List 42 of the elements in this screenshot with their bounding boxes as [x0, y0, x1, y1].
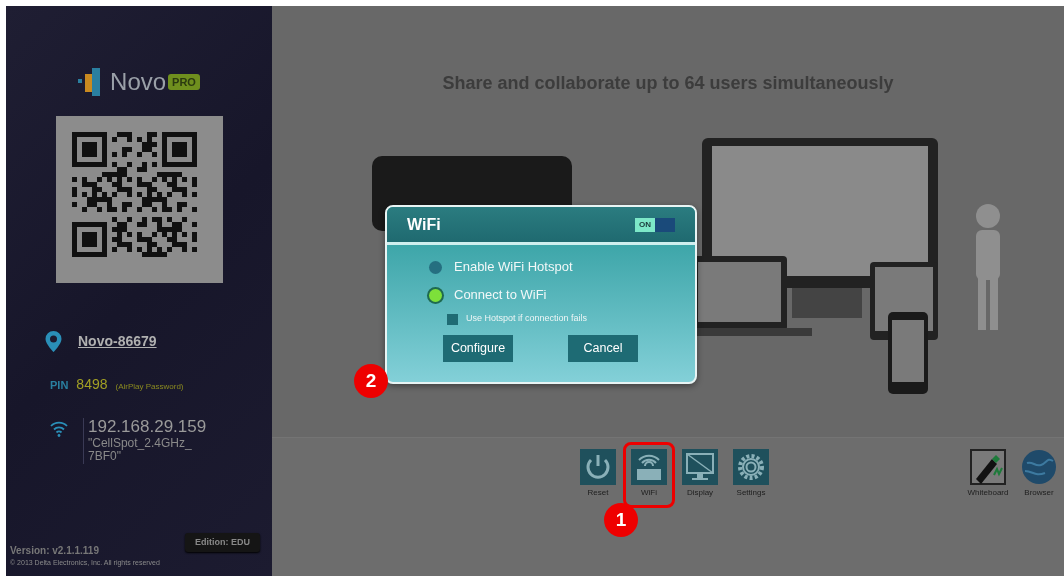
network-name: "CellSpot_2.4GHz_	[88, 436, 193, 451]
option-label[interactable]: Enable WiFi Hotspot	[454, 257, 573, 277]
checkbox[interactable]	[447, 313, 458, 325]
dock-label: Browser	[1024, 487, 1054, 499]
ip-address: 192.168.29.159	[88, 418, 207, 437]
device-name[interactable]: Novo-86679	[78, 331, 157, 352]
dock-label: Whiteboard	[967, 487, 1009, 499]
option-label[interactable]: Connect to WiFi	[454, 285, 547, 305]
pin-label: PIN	[50, 378, 69, 393]
version-text: Version: v2.1.1.119	[10, 543, 100, 558]
gear-icon	[733, 449, 769, 485]
pin-note: (AirPlay Password)	[115, 381, 184, 393]
wifi-icon	[631, 449, 667, 485]
location-pin-icon	[45, 331, 62, 352]
dock-item[interactable]: Display	[674, 442, 726, 508]
radio-icon[interactable]	[429, 288, 442, 302]
power-icon	[580, 449, 616, 485]
pin-value: 8498	[76, 375, 108, 394]
on-off-toggle[interactable]: ON	[635, 217, 675, 232]
dock-label: WiFi	[641, 487, 657, 499]
pen-board-icon	[970, 449, 1006, 485]
dock-label: Reset	[587, 487, 609, 499]
dialog-title: WiFi	[407, 214, 441, 235]
network-name: 7BF0"	[88, 450, 121, 465]
callout-badge: 2	[354, 364, 388, 398]
dock-label: Display	[686, 487, 714, 499]
logo-icon	[78, 66, 103, 98]
cancel-button[interactable]: Cancel	[568, 335, 638, 362]
brand-name: Novo	[110, 67, 167, 97]
dock-item[interactable]: Whiteboard	[962, 442, 1014, 508]
monitor-icon	[682, 449, 718, 485]
edition-button[interactable]: Edition: EDU	[185, 532, 260, 552]
globe-icon	[1021, 449, 1057, 485]
checkbox-label[interactable]: Use Hotspot if connection fails	[466, 312, 588, 326]
dock-item[interactable]: Browser	[1013, 442, 1064, 508]
configure-button[interactable]: Configure	[443, 335, 513, 362]
dock-item[interactable]: Settings	[725, 442, 777, 508]
dock-label: Settings	[736, 487, 766, 499]
radio-icon[interactable]	[429, 260, 442, 274]
pro-badge: PRO	[168, 73, 200, 91]
dock-item[interactable]: WiFi	[623, 442, 675, 508]
wifi-icon	[50, 421, 68, 437]
